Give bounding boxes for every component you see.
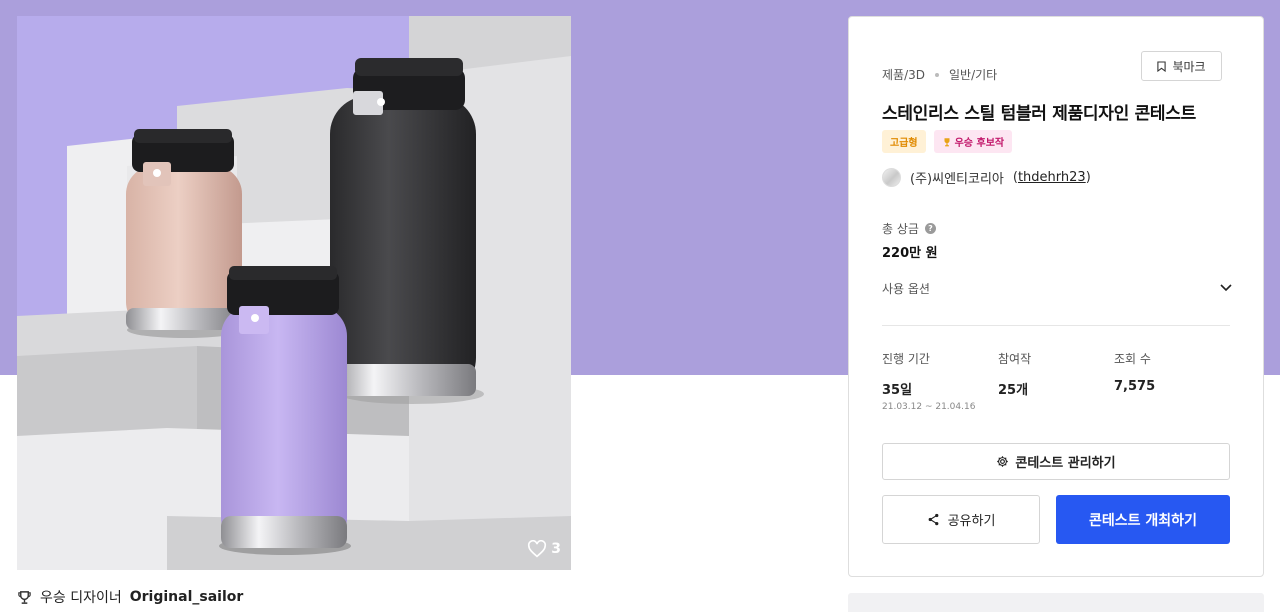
bookmark-button[interactable]: 북마크 xyxy=(1141,51,1222,81)
share-button[interactable]: 공유하기 xyxy=(882,495,1040,544)
winner-candidate-label: 우승 후보작 xyxy=(954,138,1005,149)
period-range: 21.03.12 ~ 21.04.16 xyxy=(882,402,976,412)
host-avatar xyxy=(882,168,901,187)
like-count: 3 xyxy=(551,541,561,557)
help-icon[interactable]: ? xyxy=(924,223,936,234)
share-icon xyxy=(928,513,938,526)
bookmark-label: 북마크 xyxy=(1172,59,1206,74)
views-label: 조회 수 xyxy=(1114,352,1151,366)
winner-designer: 우승 디자이너 Original_sailor xyxy=(17,587,243,607)
participants-value: 25개 xyxy=(998,383,1029,398)
host-info: (주)씨엔티코리아 (thdehrh23) xyxy=(882,168,1091,187)
breadcrumb-separator xyxy=(935,72,939,77)
chevron-down-icon xyxy=(1220,284,1232,292)
options-label: 사용 옵션 xyxy=(882,281,930,296)
gear-icon xyxy=(997,456,1009,467)
prize-label: 총 상금 ? xyxy=(882,220,936,237)
like-button[interactable]: 3 xyxy=(527,540,561,558)
host-id-link[interactable]: thdehrh23 xyxy=(1018,170,1086,185)
grade-badge: 고급형 xyxy=(882,130,926,153)
trophy-icon xyxy=(944,137,950,146)
participants-label: 참여작 xyxy=(998,352,1032,366)
winner-name[interactable]: Original_sailor xyxy=(130,589,244,605)
divider xyxy=(882,325,1230,326)
manage-contest-button[interactable]: 콘테스트 관리하기 xyxy=(882,443,1230,480)
prize-label-text: 총 상금 xyxy=(882,222,919,236)
trophy-icon xyxy=(18,590,31,604)
period-label: 진행 기간 xyxy=(882,352,930,366)
stat-participants: 참여작 25개 xyxy=(998,350,1031,398)
host-contest-button[interactable]: 콘테스트 개최하기 xyxy=(1056,495,1230,544)
stat-period: 진행 기간 35일 21.03.12 ~ 21.04.16 xyxy=(882,350,975,412)
winner-label: 우승 디자이너 xyxy=(40,590,122,606)
heart-icon xyxy=(528,540,547,558)
contest-title: 스테인리스 스틸 텀블러 제품디자인 콘테스트 xyxy=(882,104,1196,124)
breadcrumb-category[interactable]: 제품/3D xyxy=(882,66,925,83)
period-value: 35일 xyxy=(882,383,913,398)
host-name: (주)씨엔티코리아 xyxy=(910,172,1004,187)
views-value: 7,575 xyxy=(1114,379,1156,394)
tumbler-render xyxy=(17,16,571,570)
product-image[interactable]: 3 xyxy=(17,16,571,570)
manage-label: 콘테스트 관리하기 xyxy=(1015,456,1116,471)
prize-value: 220만 원 xyxy=(882,246,938,261)
options-toggle[interactable]: 사용 옵션 xyxy=(882,277,1232,299)
stat-views: 조회 수 7,575 xyxy=(1114,350,1155,394)
share-label: 공유하기 xyxy=(947,514,996,529)
bookmark-icon xyxy=(1157,60,1167,72)
related-content-preview[interactable] xyxy=(848,593,1264,612)
contest-badges: 고급형 우승 후보작 xyxy=(882,130,1013,153)
breadcrumb-subcategory[interactable]: 일반/기타 xyxy=(949,66,997,83)
breadcrumb: 제품/3D 일반/기타 xyxy=(882,66,997,83)
winner-candidate-badge: 우승 후보작 xyxy=(933,130,1013,153)
contest-info-card: 제품/3D 일반/기타 북마크 스테인리스 스틸 텀블러 제품디자인 콘테스트 … xyxy=(848,16,1264,577)
